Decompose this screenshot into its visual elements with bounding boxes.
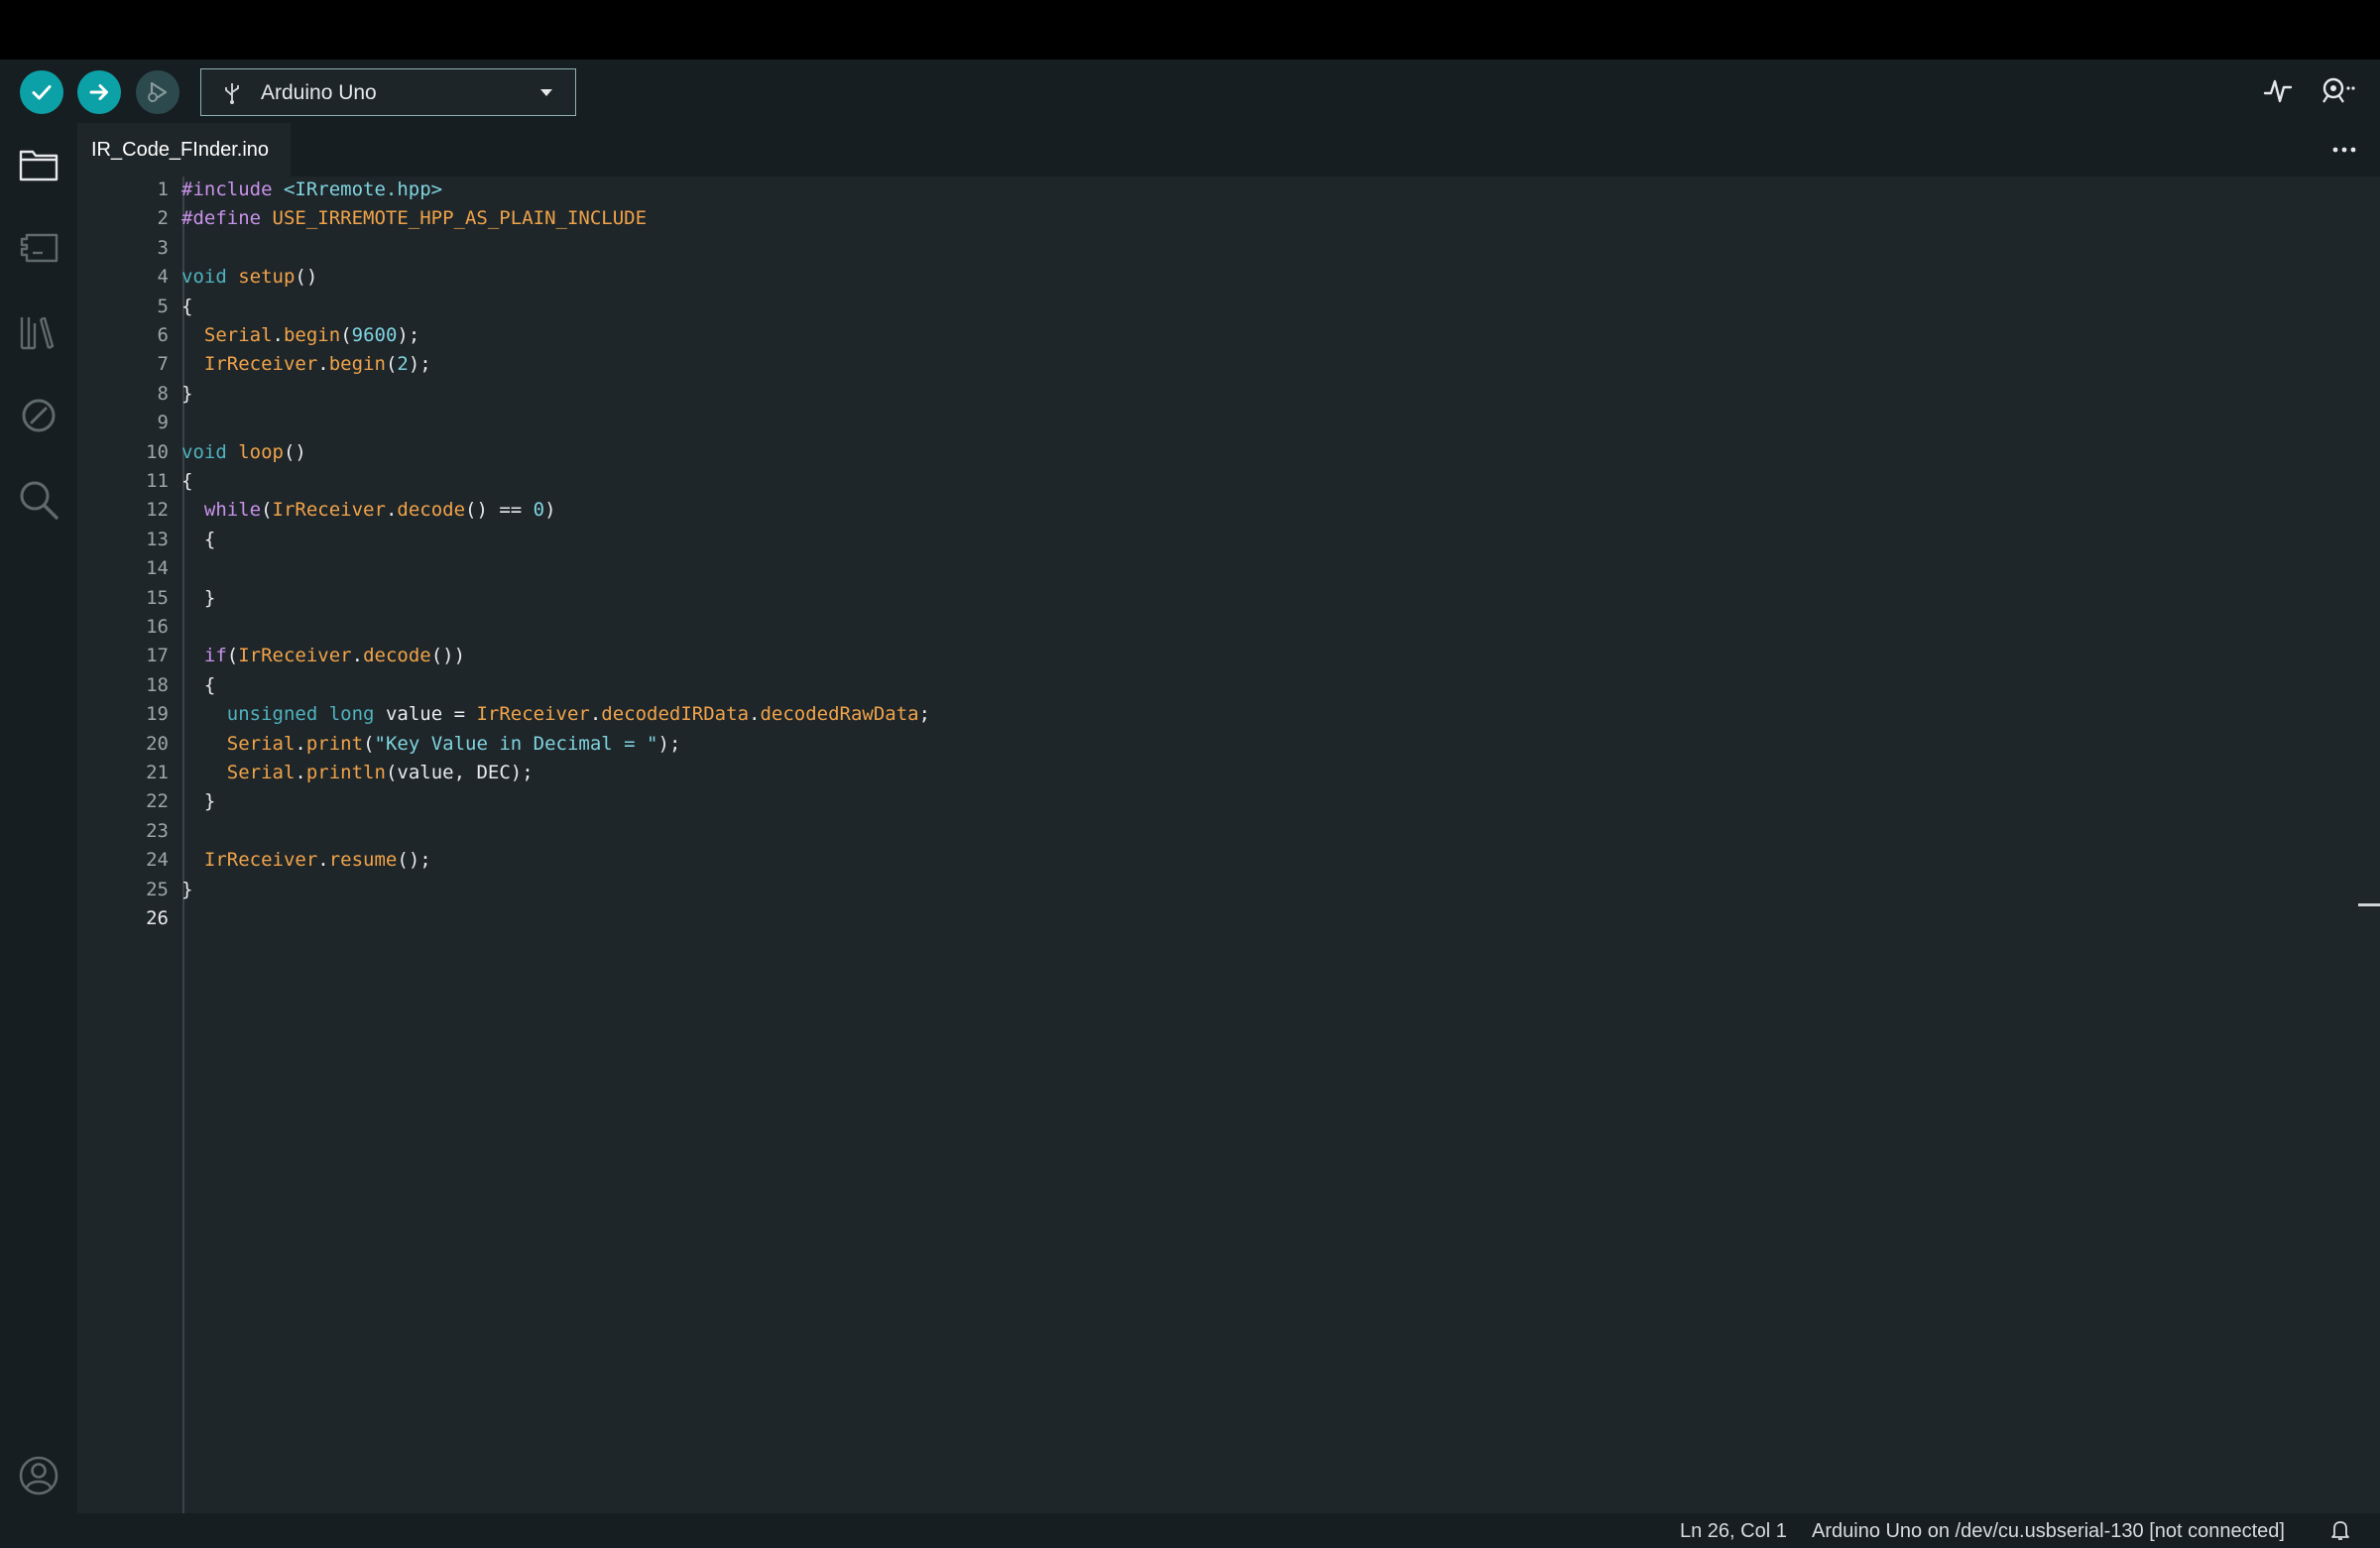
check-icon bbox=[32, 85, 52, 100]
code-line[interactable]: #include <IRremote.hpp> bbox=[181, 179, 442, 200]
serial-monitor-icon bbox=[2322, 77, 2355, 103]
more-button[interactable] bbox=[2332, 141, 2356, 159]
search-button[interactable] bbox=[17, 478, 60, 522]
chevron-down-icon bbox=[540, 89, 552, 96]
upload-button[interactable] bbox=[77, 70, 121, 114]
activity-bar bbox=[0, 123, 77, 1513]
line-number: 18 bbox=[146, 673, 169, 696]
serial-monitor-button[interactable] bbox=[2319, 75, 2358, 110]
serial-plotter-icon bbox=[2263, 79, 2293, 103]
line-number: 22 bbox=[146, 790, 169, 813]
status-bar: Ln 26, Col 1 Arduino Uno on /dev/cu.usbs… bbox=[0, 1513, 2380, 1548]
code-line[interactable]: } bbox=[181, 383, 192, 405]
bell-icon bbox=[2331, 1521, 2349, 1540]
line-number: 10 bbox=[146, 440, 169, 463]
line-number: 14 bbox=[146, 557, 169, 580]
line-number: 3 bbox=[157, 236, 169, 259]
code-line[interactable]: while(IrReceiver.decode() == 0) bbox=[181, 499, 556, 521]
code-line[interactable]: Serial.print("Key Value in Decimal = "); bbox=[181, 733, 681, 755]
board-manager-icon bbox=[20, 233, 59, 263]
line-number: 25 bbox=[146, 878, 169, 900]
verify-button[interactable] bbox=[20, 70, 63, 114]
line-number: 17 bbox=[146, 645, 169, 667]
code-line[interactable]: if(IrReceiver.decode()) bbox=[181, 645, 465, 666]
code-line[interactable]: IrReceiver.begin(2); bbox=[181, 353, 431, 375]
line-number: 19 bbox=[146, 703, 169, 726]
code-line[interactable]: { bbox=[181, 470, 192, 492]
code-line[interactable]: } bbox=[181, 587, 215, 609]
serial-plotter-button[interactable] bbox=[2263, 75, 2293, 110]
toolbar: Arduino Uno bbox=[0, 60, 2380, 123]
notifications-button[interactable] bbox=[2330, 1519, 2350, 1546]
user-icon bbox=[19, 1456, 59, 1495]
no-entry-icon bbox=[22, 399, 56, 432]
line-number: 16 bbox=[146, 616, 169, 638]
title-bar bbox=[0, 0, 2380, 60]
line-number: 20 bbox=[146, 732, 169, 755]
code-line[interactable]: } bbox=[181, 879, 192, 900]
more-icon bbox=[2332, 147, 2356, 153]
profile-button[interactable] bbox=[17, 1454, 60, 1497]
usb-icon bbox=[225, 83, 239, 104]
board-selector-label: Arduino Uno bbox=[261, 81, 377, 104]
code-line[interactable]: #define USE_IRREMOTE_HPP_AS_PLAIN_INCLUD… bbox=[181, 207, 647, 229]
line-number: 8 bbox=[157, 382, 169, 405]
line-number: 26 bbox=[146, 907, 169, 929]
line-number: 23 bbox=[146, 819, 169, 842]
debugger-button[interactable] bbox=[17, 394, 60, 437]
debug-icon bbox=[148, 81, 168, 103]
line-number: 11 bbox=[146, 470, 169, 492]
line-number-gutter: 1 2 3 4 5 6 7 8 9 10 11 12 13 14 15 16 17 18 19 20 21 22 23 24 2… bbox=[77, 177, 182, 1513]
code-line[interactable]: void loop() bbox=[181, 441, 306, 463]
line-number: 6 bbox=[157, 324, 169, 346]
code-line[interactable]: void setup() bbox=[181, 266, 317, 288]
editor-tab-bar: IR_Code_FInder.ino bbox=[77, 123, 2380, 177]
board-selector[interactable]: Arduino Uno bbox=[200, 68, 576, 116]
code-line[interactable]: unsigned long value = IrReceiver.decoded… bbox=[181, 703, 930, 725]
line-number: 7 bbox=[157, 353, 169, 376]
arrow-right-icon bbox=[89, 84, 108, 100]
line-number: 12 bbox=[146, 499, 169, 522]
sketchbook-button[interactable] bbox=[17, 143, 60, 186]
line-number: 15 bbox=[146, 586, 169, 609]
code-line[interactable]: { bbox=[181, 529, 215, 550]
tab-sketch-file[interactable]: IR_Code_FInder.ino bbox=[77, 123, 292, 177]
code-line[interactable]: Serial.begin(9600); bbox=[181, 324, 419, 346]
tab-label: IR_Code_FInder.ino bbox=[91, 138, 270, 161]
code-line[interactable]: { bbox=[181, 674, 215, 696]
line-number: 1 bbox=[157, 179, 169, 200]
line-number: 24 bbox=[146, 849, 169, 872]
line-number: 9 bbox=[157, 412, 169, 434]
boards-manager-button[interactable] bbox=[17, 226, 60, 270]
code-line[interactable]: Serial.println(value, DEC); bbox=[181, 762, 534, 783]
code-line[interactable]: IrReceiver.resume(); bbox=[181, 849, 431, 871]
debug-button[interactable] bbox=[136, 70, 179, 114]
code-area[interactable]: #include <IRremote.hpp> #define USE_IRREM… bbox=[181, 177, 2366, 1513]
search-icon bbox=[20, 481, 59, 520]
board-port-status[interactable]: Arduino Uno on /dev/cu.usbserial-130 [no… bbox=[1812, 1520, 2285, 1543]
library-icon bbox=[20, 316, 55, 350]
code-line[interactable]: } bbox=[181, 790, 215, 812]
line-number: 5 bbox=[157, 295, 169, 317]
folder-icon bbox=[19, 150, 59, 181]
scrollbar-marker[interactable] bbox=[2358, 903, 2380, 906]
line-number: 21 bbox=[146, 762, 169, 783]
line-number: 4 bbox=[157, 266, 169, 289]
code-line[interactable]: { bbox=[181, 296, 192, 317]
line-number: 13 bbox=[146, 528, 169, 550]
code-editor[interactable]: 1 2 3 4 5 6 7 8 9 10 11 12 13 14 15 16 17 18 19 20 21 22 23 24 2… bbox=[77, 177, 2380, 1513]
cursor-position[interactable]: Ln 26, Col 1 bbox=[1680, 1520, 1787, 1543]
library-manager-button[interactable] bbox=[17, 310, 60, 354]
line-number: 2 bbox=[157, 207, 169, 230]
